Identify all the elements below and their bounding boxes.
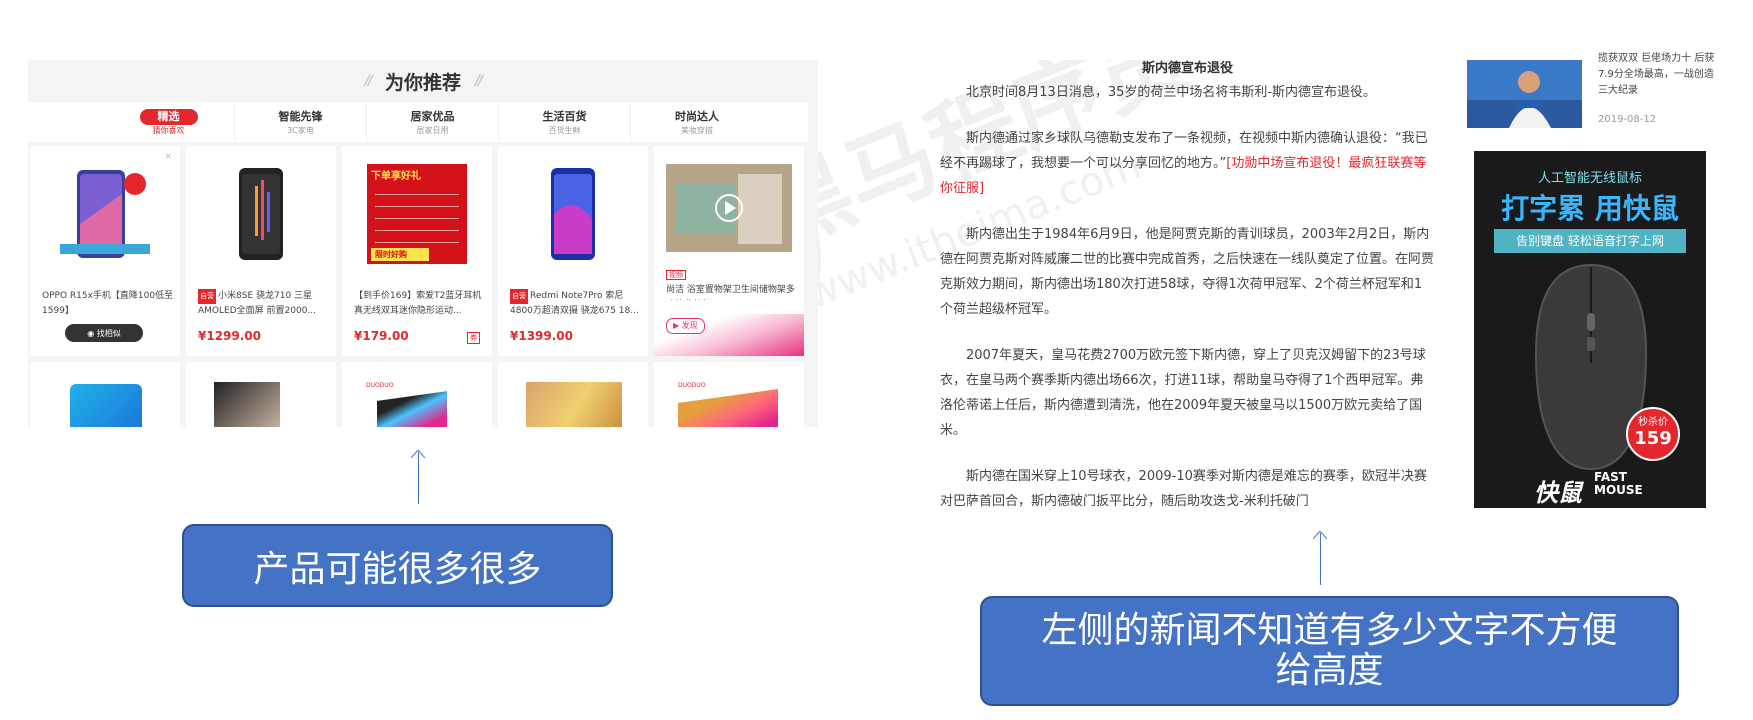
phone-image <box>70 384 142 427</box>
find-similar-label: 找相似 <box>96 328 121 338</box>
product-price: ¥1299.00 <box>198 329 262 343</box>
tab-sublabel: 居家日用 <box>416 125 449 135</box>
brand-mark: DUODUO <box>366 382 394 389</box>
product-price: ¥1399.00 <box>510 329 574 343</box>
recommend-header: // 为你推荐 // <box>28 60 818 102</box>
product-name: 自营 小米8SE 骁龙710 三星AMOLED全面屏 前置2000... <box>198 289 316 316</box>
promo-image: 下单享好礼 限时好购 <box>367 164 467 264</box>
product-card[interactable] <box>30 362 180 427</box>
article-paragraph: 斯内德在国米穿上10号球衣，2009-10赛季对斯内德是难忘的赛季，欧冠半决赛对… <box>940 469 1427 508</box>
article-paragraph: 北京时间8月13日消息，35岁的荷兰中场名将韦斯利-斯内德宣布退役。 <box>966 85 1377 100</box>
callout-right-line2: 给高度 <box>1275 650 1384 691</box>
article-paragraph: 斯内德出生于1984年6月9日，他是阿贾克斯的青训球员，2003年2月2日，斯内… <box>940 227 1435 317</box>
tablet-image <box>377 391 447 427</box>
callout-left-text: 产品可能很多很多 <box>253 548 542 590</box>
phone-image <box>551 168 595 260</box>
product-card[interactable]: × OPPO R15x手机【直降100低至1599】 ◉ 找相似 <box>30 146 180 356</box>
tab-label: 居家优品 <box>410 109 455 123</box>
tab-label: 时尚达人 <box>675 109 719 123</box>
product-card[interactable]: 视频尚洁 浴室置物架卫生间储物架多功能收纳架 ▶ 发现 <box>654 146 804 356</box>
ad-brand: 快鼠 <box>1534 479 1582 507</box>
arrow-up-icon <box>1313 531 1327 539</box>
recommend-title: 为你推荐 <box>384 71 461 94</box>
product-card[interactable] <box>498 362 648 427</box>
news-thumbnail[interactable] <box>1467 60 1582 128</box>
title-deco-right: // <box>475 73 483 89</box>
ad-headline: 打字累 用快鼠 <box>1501 192 1679 225</box>
sidebar-news-date: 2019-08-12 <box>1598 114 1657 125</box>
discover-bar: ▶ 发现 <box>654 314 804 356</box>
title-deco-left: // <box>364 73 373 89</box>
callout-box-left: 产品可能很多很多 <box>182 524 613 607</box>
tab-featured[interactable]: 精选 猜你喜欢 <box>103 102 235 142</box>
play-icon[interactable] <box>666 164 792 252</box>
product-name: 视频尚洁 浴室置物架卫生间储物架多功能收纳架 <box>666 270 795 295</box>
product-card[interactable]: DUODUO <box>342 362 492 427</box>
self-operated-tag: 自营 <box>198 289 216 304</box>
phone-image <box>60 170 150 258</box>
product-card[interactable]: DUODUO <box>654 362 804 427</box>
find-similar-button[interactable]: ◉ 找相似 <box>65 324 143 342</box>
ad-top-text: 人工智能无线鼠标 <box>1537 171 1642 186</box>
callout-right-line1: 左侧的新闻不知道有多少文字不方便 <box>1041 610 1618 651</box>
tab-label: 精选 <box>139 108 198 125</box>
video-thumbnail[interactable] <box>666 164 792 252</box>
tab-sublabel: 美妆穿搭 <box>681 125 713 135</box>
coupon-badge: 券 <box>467 332 480 344</box>
promo-title: 下单享好礼 <box>371 171 421 182</box>
tablet-image <box>678 388 778 427</box>
discover-button[interactable]: ▶ 发现 <box>666 318 705 334</box>
tab-smart[interactable]: 智能先锋 3C家电 <box>235 102 367 142</box>
phone-image <box>239 168 283 260</box>
self-operated-tag: 自营 <box>510 289 528 304</box>
tab-sublabel: 猜你喜欢 <box>152 125 185 135</box>
tab-label: 智能先锋 <box>278 109 323 123</box>
ad-brand-en: FAST MOUSE <box>1594 470 1643 497</box>
product-name: 【到手价169】索爱T2蓝牙耳机真无线双耳迷你隐形运动... <box>354 291 482 316</box>
brand-mark: DUODUO <box>678 382 706 389</box>
article-paragraph: 2007年夏天，皇马花费2700万欧元签下斯内德，穿上了贝克汉姆留下的23号球衣… <box>940 348 1426 438</box>
tab-home[interactable]: 居家优品 居家日用 <box>367 102 499 142</box>
news-article: 斯内德宣布退役 北京时间8月13日消息，35岁的荷兰中场名将韦斯利-斯内德宣布退… <box>940 58 1435 508</box>
product-card[interactable]: 下单享好礼 限时好购 【到手价169】索爱T2蓝牙耳机真无线双耳迷你隐形运动..… <box>342 146 492 356</box>
arrow-left-line <box>418 452 419 504</box>
arrow-right-line <box>1320 533 1321 585</box>
product-card[interactable] <box>186 362 336 427</box>
video-tag: 视频 <box>666 270 686 280</box>
product-image <box>526 382 622 427</box>
product-name: OPPO R15x手机【直降100低至1599】 <box>42 291 174 316</box>
mouse-advertisement[interactable]: 人工智能无线鼠标 打字累 用快鼠 告别键盘 轻松语音打字上网 秒杀价 159 快… <box>1474 151 1706 508</box>
product-name: 自营 Redmi Note7Pro 索尼4800万超清双摄 骁龙675 18... <box>510 289 639 316</box>
ad-price-badge: 秒杀价 159 <box>1626 407 1680 461</box>
product-price: ¥179.00 <box>354 329 409 343</box>
recommend-panel: // 为你推荐 // 精选 猜你喜欢 智能先锋 3C家电 居家优品 居家日用 生… <box>28 60 818 427</box>
article-paragraph: 斯内德通过家乡球队乌德勒支发布了一条视频，在视频中斯内德确认退役：“我已经不再踢… <box>940 131 1428 196</box>
article-title: 斯内德宣布退役 <box>1141 61 1233 76</box>
arrow-up-icon <box>411 450 425 458</box>
product-card[interactable]: 自营 Redmi Note7Pro 索尼4800万超清双摄 骁龙675 18...… <box>498 146 648 356</box>
close-icon[interactable]: × <box>164 152 172 162</box>
callout-box-right: 左侧的新闻不知道有多少文字不方便 给高度 <box>980 596 1679 706</box>
promo-list <box>375 187 459 245</box>
tab-sublabel: 3C家电 <box>287 125 314 135</box>
ad-price-value: 159 <box>1634 428 1672 449</box>
product-image <box>214 382 280 427</box>
tab-life[interactable]: 生活百货 百货生鲜 <box>499 102 631 142</box>
tab-sublabel: 百货生鲜 <box>548 125 581 135</box>
promo-foot: 限时好购 <box>371 248 429 261</box>
product-card[interactable]: 自营 小米8SE 骁龙710 三星AMOLED全面屏 前置2000... ¥129… <box>186 146 336 356</box>
sidebar-news-text[interactable]: 揽获双双 巨佬场力十 后获7.9分全场最高，一战创造三大纪录 <box>1598 51 1723 99</box>
recommend-tabs: 精选 猜你喜欢 智能先锋 3C家电 居家优品 居家日用 生活百货 百货生鲜 时尚… <box>28 102 808 142</box>
tab-label: 生活百货 <box>542 109 587 123</box>
eye-icon: ◉ <box>87 328 97 338</box>
tab-fashion[interactable]: 时尚达人 美妆穿搭 <box>631 102 763 142</box>
ad-band: 告别键盘 轻松语音打字上网 <box>1494 229 1686 253</box>
